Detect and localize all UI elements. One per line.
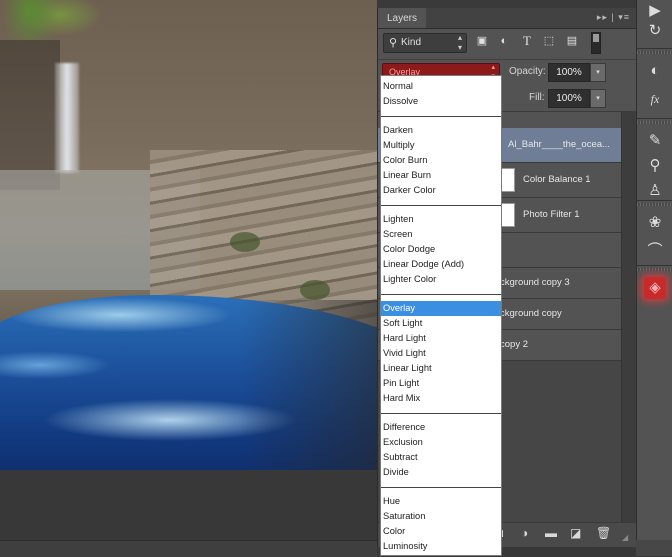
- filter-kind-select[interactable]: ⚲ Kind ▴ ▾: [383, 33, 467, 53]
- adjustment-layer-icon[interactable]: ◑: [521, 526, 528, 540]
- updown-arrows-icon: ▴▾: [457, 33, 462, 52]
- status-bar: [0, 540, 377, 557]
- panel-tabbar: Layers ▸▸ | ▾≡: [378, 8, 636, 29]
- menu-item-saturation[interactable]: Saturation: [381, 509, 501, 524]
- menu-item-lighter-color[interactable]: Lighter Color: [381, 272, 501, 287]
- history-icon[interactable]: ↻: [644, 20, 666, 42]
- opacity-input[interactable]: 100%: [548, 63, 590, 82]
- fill-dropdown-button[interactable]: ▾: [590, 89, 606, 108]
- menu-item-linear-burn[interactable]: Linear Burn: [381, 168, 501, 183]
- menu-item-normal[interactable]: Normal: [381, 79, 501, 94]
- toolstrip-footer: [636, 540, 672, 556]
- menu-item-darken[interactable]: Darken: [381, 123, 501, 138]
- paths-icon[interactable]: ⌒: [644, 240, 666, 262]
- adjustments-icon[interactable]: ◐: [644, 60, 666, 82]
- play-action-icon[interactable]: ▶: [644, 0, 666, 22]
- menu-item-luminosity[interactable]: Luminosity: [381, 539, 501, 554]
- layer-name: Color Balance 1: [523, 174, 591, 185]
- document-canvas[interactable]: [0, 0, 377, 470]
- menu-item-linear-light[interactable]: Linear Light: [381, 361, 501, 376]
- styles-fx-icon[interactable]: fx: [644, 88, 666, 110]
- panel-tool-strip: ▶ ↻ ◐ fx ✎ ⚲ ♙ ❀ ⌒ ◈: [636, 0, 672, 556]
- layer-mask-thumbnail[interactable]: [500, 168, 515, 192]
- panel-group-grip[interactable]: [637, 118, 672, 125]
- search-icon: ⚲: [389, 37, 398, 49]
- canvas-shadow: [240, 300, 377, 470]
- clone-source-icon[interactable]: ♙: [644, 180, 666, 202]
- channels-icon[interactable]: ❀: [644, 212, 666, 234]
- filter-kind-label: Kind: [401, 37, 422, 48]
- menu-item-exclusion[interactable]: Exclusion: [381, 435, 501, 450]
- layer-name: ckground copy 3: [500, 277, 570, 288]
- layer-mask-thumbnail[interactable]: [500, 203, 515, 227]
- layer-name: Al_Bahr____the_ocea...: [508, 139, 610, 150]
- menu-item-screen[interactable]: Screen: [381, 227, 501, 242]
- menu-item-darker-color[interactable]: Darker Color: [381, 183, 501, 198]
- menu-separator: [381, 205, 501, 206]
- canvas-moss: [230, 232, 260, 252]
- brushes-icon[interactable]: ✎: [644, 130, 666, 152]
- blend-mode-menu: Normal Dissolve Darken Multiply Color Burn Li…: [380, 75, 502, 556]
- canvas-waterfall: [55, 63, 79, 173]
- adjustment-filter-icon[interactable]: ◐: [497, 34, 511, 48]
- resize-grip-icon[interactable]: ◢: [622, 533, 628, 542]
- layer-name: Photo Filter 1: [523, 209, 580, 220]
- layers-icon[interactable]: ◈: [644, 277, 666, 299]
- canvas-cliff: [0, 40, 60, 190]
- menu-item-linear-dodge-add[interactable]: Linear Dodge (Add): [381, 257, 501, 272]
- canvas-moss: [300, 280, 330, 300]
- new-group-icon[interactable]: ▬: [545, 526, 557, 540]
- image-filter-icon[interactable]: ▣: [475, 34, 489, 48]
- fill-input[interactable]: 100%: [548, 89, 590, 108]
- layer-name: copy 2: [500, 339, 528, 350]
- menu-item-overlay[interactable]: Overlay: [381, 301, 501, 316]
- menu-item-subtract[interactable]: Subtract: [381, 450, 501, 465]
- brush-presets-icon[interactable]: ⚲: [644, 155, 666, 177]
- layer-filter-row: ⚲ Kind ▴ ▾ ▣ ◐ T ⬚ ▤: [378, 29, 636, 60]
- menu-item-dissolve[interactable]: Dissolve: [381, 94, 501, 109]
- menu-item-multiply[interactable]: Multiply: [381, 138, 501, 153]
- panel-dock-top: [377, 0, 635, 8]
- fill-label: Fill:: [529, 92, 545, 103]
- menu-item-hard-light[interactable]: Hard Light: [381, 331, 501, 346]
- layer-name: ckground copy: [500, 308, 562, 319]
- filter-toggle[interactable]: [591, 32, 601, 54]
- menu-item-difference[interactable]: Difference: [381, 420, 501, 435]
- type-filter-icon[interactable]: T: [520, 34, 534, 48]
- menu-item-lighten[interactable]: Lighten: [381, 212, 501, 227]
- menu-item-color[interactable]: Color: [381, 524, 501, 539]
- menu-item-pin-light[interactable]: Pin Light: [381, 376, 501, 391]
- layers-scrollbar[interactable]: [621, 112, 637, 522]
- smart-object-filter-icon[interactable]: ▤: [565, 34, 579, 48]
- tab-layers[interactable]: Layers: [378, 8, 427, 28]
- menu-item-hard-mix[interactable]: Hard Mix: [381, 391, 501, 406]
- menu-item-hue[interactable]: Hue: [381, 494, 501, 509]
- menu-item-color-burn[interactable]: Color Burn: [381, 153, 501, 168]
- menu-item-divide[interactable]: Divide: [381, 465, 501, 480]
- delete-icon[interactable]: 🗑: [596, 526, 611, 540]
- shape-filter-icon[interactable]: ⬚: [542, 34, 556, 48]
- new-layer-icon[interactable]: ◪: [570, 526, 581, 540]
- panel-group-grip[interactable]: [637, 265, 672, 272]
- menu-item-soft-light[interactable]: Soft Light: [381, 316, 501, 331]
- menu-separator: [381, 413, 501, 414]
- menu-separator: [381, 487, 501, 488]
- menu-item-color-dodge[interactable]: Color Dodge: [381, 242, 501, 257]
- opacity-label: Opacity:: [509, 66, 546, 77]
- panel-group-grip[interactable]: [637, 48, 672, 55]
- menu-separator: [381, 116, 501, 117]
- opacity-dropdown-button[interactable]: ▾: [590, 63, 606, 82]
- menu-separator: [381, 294, 501, 295]
- panel-menu-icon[interactable]: ▸▸ | ▾≡: [597, 12, 630, 23]
- menu-item-vivid-light[interactable]: Vivid Light: [381, 346, 501, 361]
